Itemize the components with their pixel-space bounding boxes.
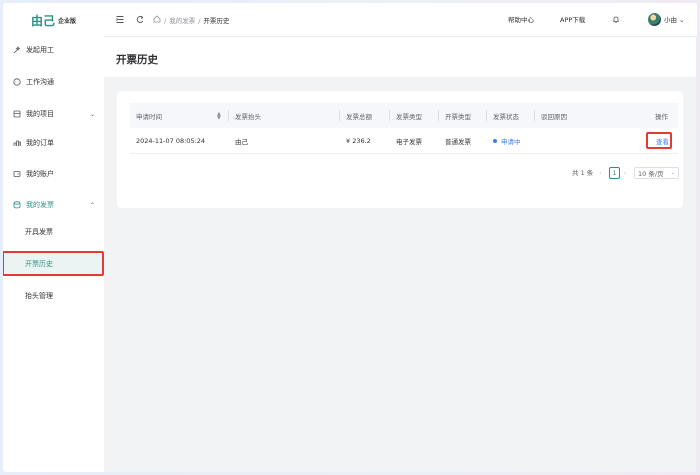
column-header-status: 发票状态 bbox=[493, 112, 519, 121]
history-card: 申请时间 ▲ ▼ 发票抬头 发票总额 发票类型 开票类型 发票状态 驳回原因 操… bbox=[117, 91, 683, 208]
breadcrumb-my-invoices[interactable]: 我的发票 bbox=[169, 16, 195, 26]
chat-icon bbox=[13, 78, 21, 86]
chevron-down-icon: ⌄ bbox=[670, 170, 675, 176]
cell-invoice-type: 电子发票 bbox=[396, 137, 422, 146]
column-header-issue-type: 开票类型 bbox=[445, 112, 471, 121]
cell-time: 2024-11-07 08:05:24 bbox=[136, 136, 206, 145]
invoice-icon bbox=[13, 201, 21, 209]
home-icon[interactable] bbox=[153, 15, 161, 26]
column-header-time: 申请时间 bbox=[136, 112, 162, 121]
cell-issue-type: 普通发票 bbox=[445, 137, 471, 146]
table-row: 2024-11-07 08:05:24 由己 ¥ 236.2 电子发票 普通发票… bbox=[130, 128, 678, 154]
sidebar-item-label: 我的发票 bbox=[26, 201, 54, 209]
column-header-reject-reason: 驳回原因 bbox=[541, 112, 567, 121]
order-icon bbox=[13, 139, 21, 147]
sidebar-subitem-label: 开具发票 bbox=[25, 228, 53, 236]
brand-name: 由己 bbox=[30, 13, 55, 28]
bell-icon[interactable] bbox=[612, 15, 620, 27]
sidebar-item-work-chat[interactable]: 工作沟通 bbox=[3, 72, 104, 92]
cell-reject-reason bbox=[535, 128, 541, 153]
chevron-down-icon: ⌄ bbox=[679, 16, 685, 24]
sidebar-item-label: 工作沟通 bbox=[26, 78, 54, 86]
brand-edition: 企业版 bbox=[58, 17, 77, 25]
page-size-value: 10 条/页 bbox=[638, 170, 664, 178]
breadcrumb-separator: / bbox=[164, 16, 167, 25]
sidebar-item-my-projects[interactable]: 我的项目 ⌄ bbox=[3, 104, 104, 124]
sidebar-item-my-invoices[interactable]: 我的发票 ⌃ bbox=[3, 195, 104, 215]
page-title: 开票历史 bbox=[116, 54, 158, 66]
refresh-icon[interactable] bbox=[136, 15, 144, 27]
sidebar-subitem-header-management[interactable]: 抬头管理 bbox=[3, 286, 104, 306]
page-title-bar: 开票历史 bbox=[104, 37, 697, 77]
breadcrumb-current: 开票历史 bbox=[203, 16, 230, 25]
user-menu[interactable]: 小由 ⌄ bbox=[664, 15, 685, 25]
sidebar: 由己 企业版 发起用工 工作沟通 我的项目 ⌄ 我的订单 我的账户 我的发票 ⌃… bbox=[3, 3, 104, 472]
sidebar-item-label: 我的账户 bbox=[26, 170, 54, 178]
project-icon bbox=[13, 110, 21, 118]
column-header-title: 发票抬头 bbox=[235, 112, 261, 121]
status-badge: 申请中 bbox=[501, 137, 521, 146]
user-name: 小由 bbox=[664, 16, 677, 24]
page-1-button[interactable]: 1 bbox=[609, 167, 620, 179]
prev-page-button[interactable]: ‹ bbox=[599, 168, 602, 178]
help-center-link[interactable]: 帮助中心 bbox=[508, 15, 534, 25]
chevron-down-icon: ⌄ bbox=[89, 110, 95, 118]
magic-wand-icon bbox=[13, 46, 21, 54]
breadcrumb-separator: / bbox=[198, 16, 201, 25]
highlight-box-sidebar bbox=[3, 251, 104, 276]
sidebar-item-label: 我的项目 bbox=[26, 110, 54, 118]
highlight-box-view bbox=[646, 132, 672, 149]
sidebar-item-label: 发起用工 bbox=[26, 46, 54, 54]
column-header-action: 操作 bbox=[655, 112, 668, 121]
sidebar-divider bbox=[696, 37, 697, 472]
top-header: / 我的发票 / 开票历史 帮助中心 APP下载 小由 ⌄ bbox=[104, 3, 697, 37]
column-header-amount: 发票总额 bbox=[346, 112, 372, 121]
sidebar-item-my-orders[interactable]: 我的订单 bbox=[3, 133, 104, 153]
invoice-history-table: 申请时间 ▲ ▼ 发票抬头 发票总额 发票类型 开票类型 发票状态 驳回原因 操… bbox=[130, 103, 678, 154]
status-dot bbox=[493, 138, 497, 143]
menu-icon[interactable] bbox=[116, 15, 124, 27]
page-size-select[interactable]: 10 条/页 ⌄ bbox=[634, 167, 679, 179]
pagination-total: 共 1 条 bbox=[572, 169, 594, 177]
brand-logo[interactable]: 由己 企业版 bbox=[3, 3, 104, 37]
sort-icon[interactable]: ▼ bbox=[217, 115, 221, 121]
breadcrumb: / 我的发票 / 开票历史 bbox=[153, 15, 229, 26]
chevron-up-icon: ⌃ bbox=[89, 201, 95, 209]
sidebar-subitem-label: 抬头管理 bbox=[25, 292, 53, 300]
sidebar-item-my-account[interactable]: 我的账户 bbox=[3, 164, 104, 184]
wallet-icon bbox=[13, 170, 21, 178]
table-header: 申请时间 ▲ ▼ 发票抬头 发票总额 发票类型 开票类型 发票状态 驳回原因 操… bbox=[130, 103, 678, 128]
app-frame: 由己 企业版 发起用工 工作沟通 我的项目 ⌄ 我的订单 我的账户 我的发票 ⌃… bbox=[3, 3, 697, 472]
next-page-button[interactable]: › bbox=[624, 168, 627, 178]
sidebar-item-label: 我的订单 bbox=[26, 139, 54, 147]
cell-title: 由己 bbox=[235, 137, 248, 146]
sidebar-item-start-hiring[interactable]: 发起用工 bbox=[3, 40, 104, 60]
app-download-link[interactable]: APP下载 bbox=[560, 15, 585, 25]
cell-status: 申请中 bbox=[487, 128, 521, 153]
sidebar-subitem-issue-invoice[interactable]: 开具发票 bbox=[3, 222, 104, 242]
avatar[interactable] bbox=[648, 13, 661, 26]
cell-amount: ¥ 236.2 bbox=[346, 136, 371, 145]
column-header-invoice-type: 发票类型 bbox=[396, 112, 422, 121]
